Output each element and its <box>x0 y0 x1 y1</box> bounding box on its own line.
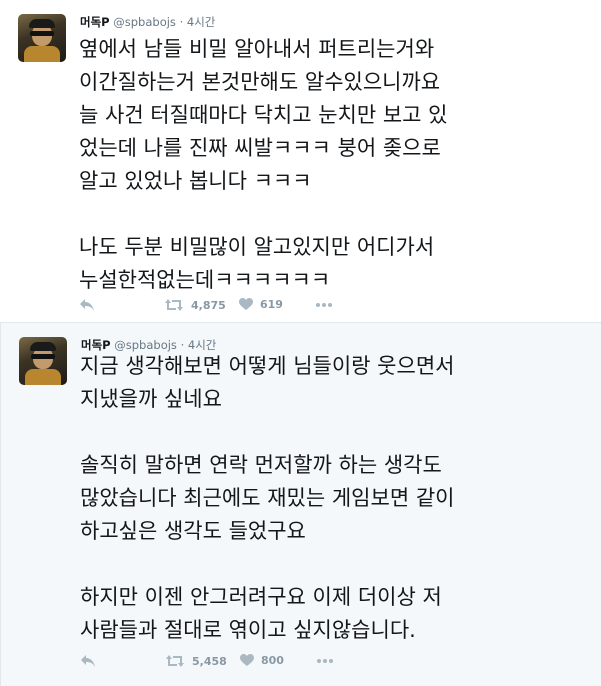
like-count: 800 <box>261 654 284 667</box>
avatar-shirt <box>25 369 61 385</box>
like-button[interactable]: 800 <box>240 654 284 667</box>
retweet-icon <box>166 655 184 667</box>
reply-icon <box>80 299 94 311</box>
avatar[interactable] <box>19 337 67 385</box>
retweet-icon <box>165 299 183 311</box>
separator-dot: · <box>179 15 184 29</box>
more-icon <box>317 659 333 663</box>
avatar-cap <box>29 19 55 28</box>
reply-button[interactable] <box>79 298 95 312</box>
reply-icon <box>81 655 95 667</box>
timestamp[interactable]: 4시간 <box>187 15 215 29</box>
avatar-glasses <box>31 354 55 359</box>
more-button[interactable] <box>315 298 333 312</box>
more-icon <box>316 303 332 307</box>
avatar-glasses <box>30 31 54 36</box>
reply-button[interactable] <box>80 654 96 668</box>
author-name[interactable]: 머독P <box>80 15 110 29</box>
retweet-button[interactable]: 5,458 <box>165 654 227 668</box>
heart-icon <box>240 654 254 666</box>
retweet-button[interactable]: 4,875 <box>164 298 226 312</box>
tweet-header: 머독P @spbabojs · 4시간 <box>80 14 215 30</box>
tweet-text: 옆에서 남들 비밀 알아내서 퍼트리는거와 이간질하는거 본것만해도 알수있으니… <box>79 37 448 292</box>
more-button[interactable] <box>316 654 334 668</box>
retweet-count: 4,875 <box>191 298 226 312</box>
tweet-card[interactable]: 머독P @spbabojs · 4시간 지금 생각해보면 어떻게 님들이랑 웃으… <box>0 323 601 686</box>
avatar-cap <box>30 342 56 351</box>
heart-icon <box>239 298 253 310</box>
avatar-shirt <box>24 46 60 62</box>
like-button[interactable]: 619 <box>239 298 283 311</box>
author-handle[interactable]: @spbabojs <box>113 15 176 29</box>
avatar[interactable] <box>18 14 66 62</box>
tweet-card[interactable]: 머독P @spbabojs · 4시간 옆에서 남들 비밀 알아내서 퍼트리는거… <box>0 0 601 323</box>
like-count: 619 <box>260 298 283 311</box>
tweet-text: 지금 생각해보면 어떻게 님들이랑 웃으면서 지냈을까 싶네요 솔직히 말하면 … <box>80 354 455 642</box>
retweet-count: 5,458 <box>192 654 227 668</box>
